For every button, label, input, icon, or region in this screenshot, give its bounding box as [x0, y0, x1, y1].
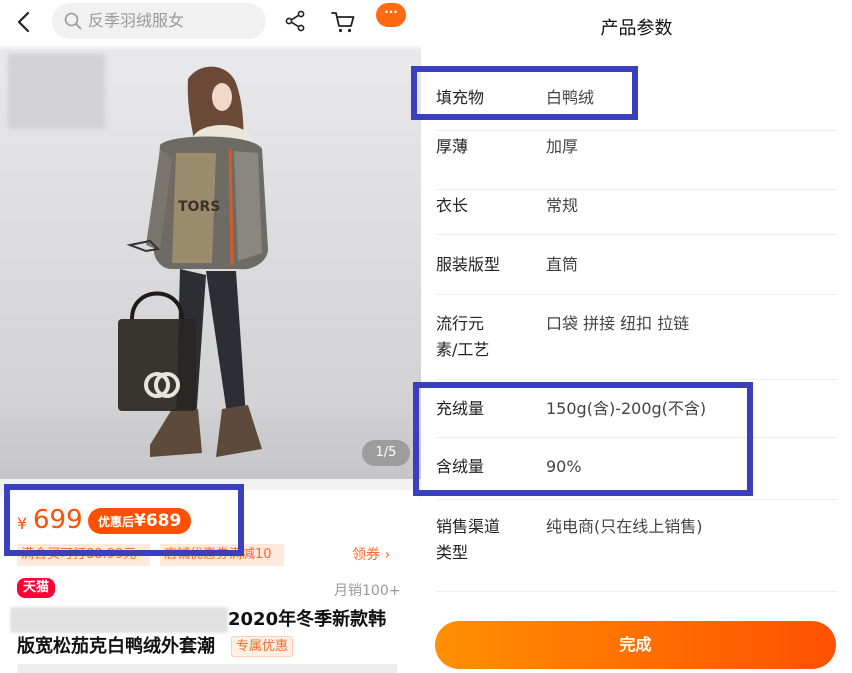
param-key: 衣长	[436, 196, 469, 215]
truncated-row	[17, 664, 397, 673]
product-title-line2: 版宽松茄克白鸭绒外套潮	[17, 636, 215, 657]
param-key: 销售渠道类型	[436, 517, 501, 562]
param-value: 加厚	[546, 137, 579, 156]
price-currency: ¥	[17, 514, 28, 533]
model-figure-illustration: TORS	[118, 66, 268, 457]
param-row: 充绒量 150g(含)-200g(不含)	[436, 380, 837, 438]
param-key: 充绒量	[436, 399, 485, 418]
coupon-tag[interactable]: 满合买可打88.99元	[17, 544, 150, 566]
price: 699	[33, 505, 83, 535]
param-row: 厚薄 加厚	[436, 131, 837, 190]
sheet-title: 产品参数	[600, 18, 673, 39]
param-value: 直筒	[546, 255, 579, 274]
param-row: 销售渠道类型 纯电商(只在线上销售)	[436, 500, 837, 592]
param-row: 填充物 白鸭绒	[436, 74, 837, 131]
search-icon	[64, 12, 82, 30]
blurred-title-prefix	[10, 607, 228, 633]
param-row: 衣长 常规	[436, 190, 837, 235]
cart-icon[interactable]	[330, 9, 356, 35]
product-info-card: ¥ 699 优惠后¥689 满合买可打88.99元 店铺优惠券满减10 领券 ›…	[0, 490, 421, 673]
param-key: 填充物	[436, 88, 485, 107]
product-detail-panel: 反季羽绒服女 ··· TORS 1/5 ¥ 699 优惠后¥689 满合买可打8…	[0, 0, 421, 673]
top-bar: 反季羽绒服女 ···	[0, 0, 421, 46]
discounted-price-label: 优惠后	[98, 515, 135, 529]
param-key: 服装版型	[436, 255, 501, 274]
param-value: 常规	[546, 196, 579, 215]
param-value: 口袋 拼接 纽扣 拉链	[546, 314, 690, 333]
param-key: 厚薄	[436, 137, 469, 156]
monthly-sales: 月销100+	[334, 583, 401, 599]
param-value: 白鸭绒	[546, 88, 595, 107]
param-value: 90%	[546, 457, 582, 476]
tmall-badge: 天猫	[17, 578, 56, 598]
back-arrow-icon[interactable]	[12, 9, 38, 35]
svg-text:TORS: TORS	[178, 199, 220, 215]
product-image[interactable]: TORS 1/5	[0, 49, 421, 479]
search-input[interactable]: 反季羽绒服女	[52, 3, 266, 39]
discounted-price-badge: 优惠后¥689	[88, 508, 192, 534]
done-button[interactable]: 完成	[435, 621, 836, 669]
param-value: 150g(含)-200g(不含)	[546, 399, 707, 418]
get-coupon-link[interactable]: 领券 ›	[352, 544, 390, 566]
share-icon[interactable]	[283, 9, 307, 33]
more-menu-button[interactable]: ···	[376, 3, 406, 27]
product-params-sheet: 产品参数 填充物 白鸭绒 厚薄 加厚 衣长 常规 服装版型 直筒 流行元素/工艺…	[421, 0, 852, 673]
param-key: 含绒量	[436, 457, 485, 476]
param-value: 纯电商(只在线上销售)	[546, 517, 703, 536]
discounted-price-value: ¥689	[134, 511, 182, 531]
param-row: 流行元素/工艺 口袋 拼接 纽扣 拉链	[436, 295, 837, 380]
param-key: 流行元素/工艺	[436, 314, 490, 359]
image-counter: 1/5	[362, 440, 410, 466]
exclusive-offer-tag: 专属优惠	[231, 636, 294, 657]
coupon-tag[interactable]: 店铺优惠券满减10	[160, 544, 284, 566]
product-title-line1: 2020年冬季新款韩	[228, 609, 387, 630]
search-placeholder: 反季羽绒服女	[88, 11, 185, 30]
param-row: 服装版型 直筒	[436, 235, 837, 295]
param-row: 含绒量 90%	[436, 438, 837, 500]
